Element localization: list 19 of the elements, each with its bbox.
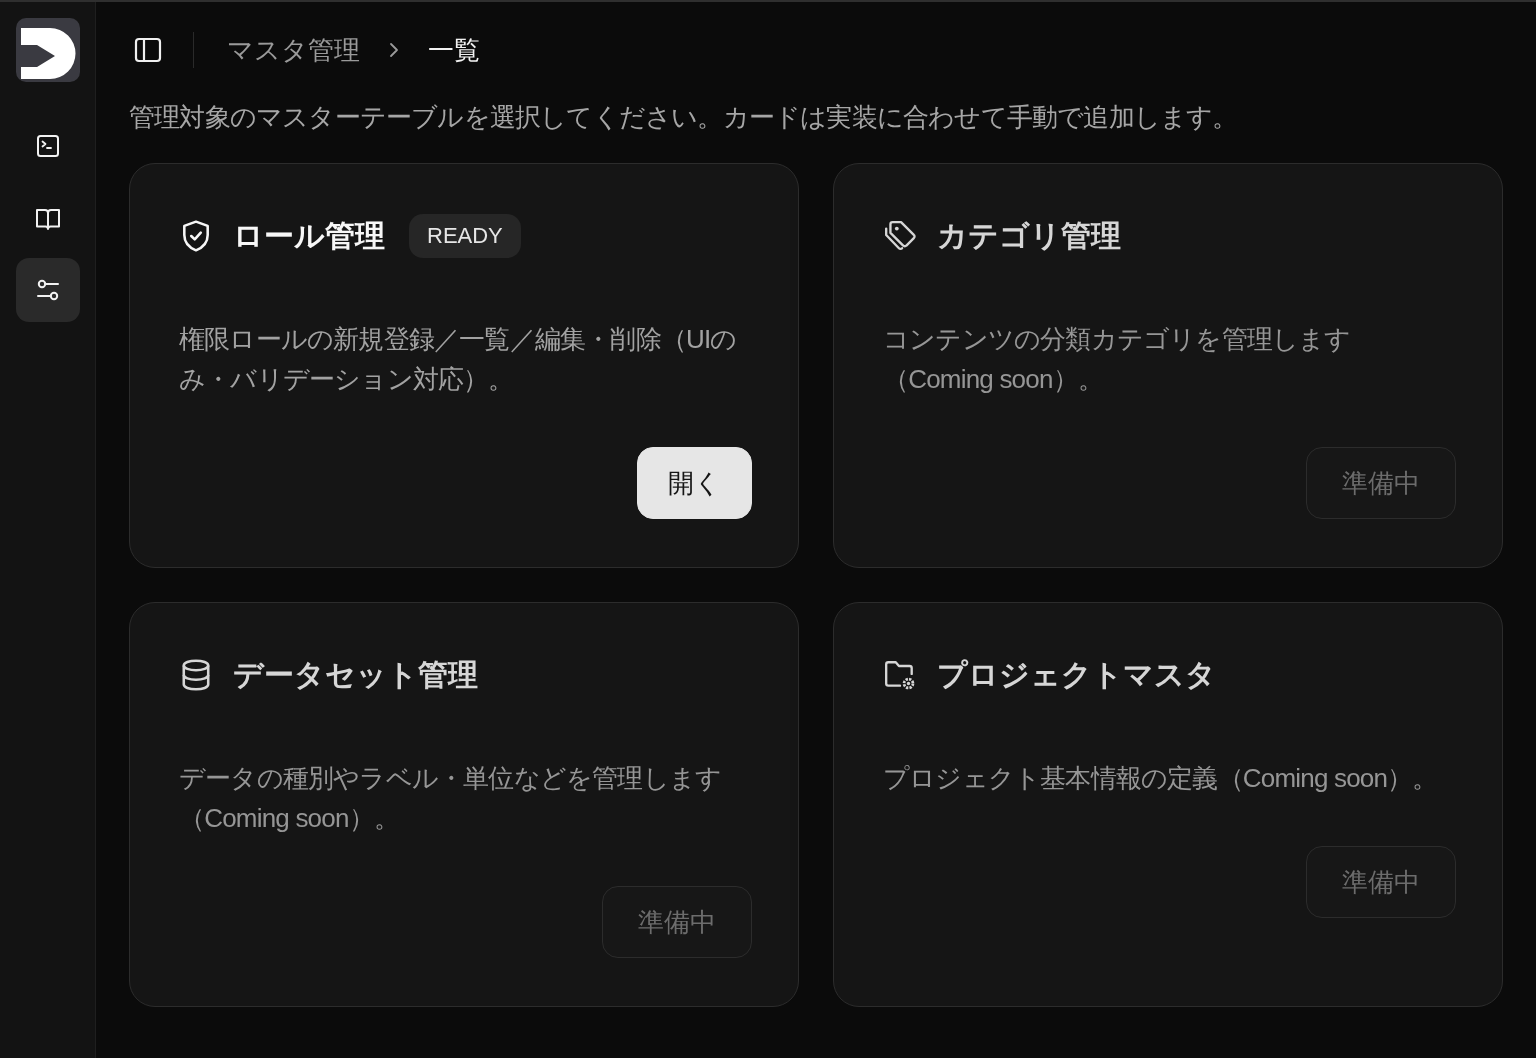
- card-title: プロジェクトマスタ: [937, 656, 1216, 693]
- breadcrumb-current: 一覧: [428, 33, 480, 67]
- card-title: ロール管理: [233, 217, 385, 254]
- card-description: コンテンツの分類カテゴリを管理します（Coming soon）。: [883, 323, 1352, 396]
- card-title: カテゴリ管理: [937, 217, 1121, 254]
- chevron-right-icon: [388, 42, 400, 58]
- logo-icon[interactable]: [15, 18, 80, 82]
- folder-gear-icon: [883, 658, 917, 692]
- card-title: データセット管理: [233, 656, 478, 693]
- tags-icon: [883, 219, 917, 253]
- breadcrumb-link[interactable]: マスタ管理: [227, 32, 360, 68]
- open-button[interactable]: 開く: [637, 447, 752, 519]
- card-description: データの種別やラベル・単位などを管理します（Coming soon）。: [179, 762, 723, 835]
- nav-button[interactable]: [15, 258, 80, 322]
- page-description: 管理対象のマスターテーブルを選択してください。カードは実装に合わせて手動で追加します。: [129, 101, 1239, 134]
- sidebar-toggle-icon[interactable]: [134, 36, 162, 64]
- status-badge: READY: [409, 214, 521, 258]
- card-description: プロジェクト基本情報の定義（Coming soon）。: [883, 762, 1438, 795]
- card-description: 権限ロールの新規登録／一覧／編集・削除（UIのみ・バリデーション対応）。: [179, 323, 738, 396]
